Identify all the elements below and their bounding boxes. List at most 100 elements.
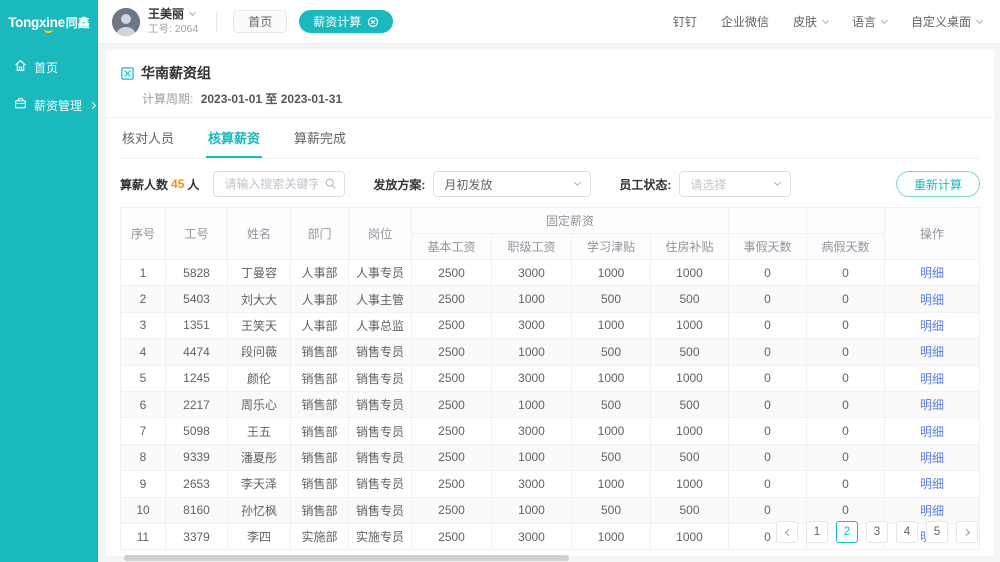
- table-cell: 销售部: [291, 444, 349, 470]
- close-circle-icon[interactable]: [367, 16, 379, 28]
- topbar: 王美丽 工号: 2064 首页 薪资计算 钉钉 企业微信 皮肤 语言 自定义桌面: [98, 0, 1000, 44]
- menu-label: 语言: [852, 13, 876, 30]
- detail-link[interactable]: 明细: [920, 372, 944, 386]
- menu-item-skin[interactable]: 皮肤: [793, 13, 828, 30]
- detail-link[interactable]: 明细: [920, 477, 944, 491]
- payroll-table-body: 15828丁曼容人事部人事专员250030001000100000明细25403…: [121, 260, 980, 550]
- emp-no-label: 工号:: [148, 23, 172, 35]
- table-cell: 2500: [412, 365, 492, 391]
- page-button-3[interactable]: 3: [866, 521, 888, 543]
- page-button-4[interactable]: 4: [896, 521, 918, 543]
- recalculate-button[interactable]: 重新计算: [896, 171, 980, 197]
- table-cell: 10: [121, 497, 166, 523]
- table-cell: 1000: [492, 339, 572, 365]
- action-cell: 明细: [885, 471, 980, 497]
- table-cell: 销售专员: [349, 497, 412, 523]
- table-cell: 人事部: [291, 260, 349, 286]
- page-button-2[interactable]: 2: [836, 521, 858, 543]
- search-box: [213, 171, 345, 197]
- detail-link[interactable]: 明细: [920, 319, 944, 333]
- table-cell: 1000: [651, 471, 729, 497]
- menu-item-custom-desktop[interactable]: 自定义桌面: [911, 13, 982, 30]
- topbar-menu: 钉钉 企业微信 皮肤 语言 自定义桌面: [649, 13, 982, 30]
- search-icon: [324, 177, 337, 190]
- table-cell: 500: [651, 497, 729, 523]
- detail-link[interactable]: 明细: [920, 451, 944, 465]
- table-cell: 实施部: [291, 523, 349, 549]
- tab-calc-done[interactable]: 算薪完成: [292, 118, 348, 158]
- page-button-1[interactable]: 1: [806, 521, 828, 543]
- brand-logo-cn: 同鑫: [66, 14, 90, 31]
- col-base-salary: 基本工资: [412, 234, 492, 260]
- table-cell: 销售部: [291, 471, 349, 497]
- action-cell: 明细: [885, 286, 980, 312]
- table-cell: 1000: [651, 312, 729, 338]
- table-cell: 0: [807, 497, 885, 523]
- avatar[interactable]: [112, 8, 140, 36]
- col-position: 岗位: [349, 208, 412, 260]
- table-cell: 7: [121, 418, 166, 444]
- col-action: 操作: [885, 208, 980, 260]
- sidebar-item-payroll[interactable]: 薪资管理: [0, 90, 98, 120]
- table-cell: 0: [729, 444, 807, 470]
- menu-item-language[interactable]: 语言: [852, 13, 887, 30]
- step-tabs: 核对人员 核算薪资 算薪完成: [120, 118, 980, 159]
- next-page-button[interactable]: [956, 521, 978, 543]
- detail-link[interactable]: 明细: [920, 345, 944, 359]
- table-cell: 周乐心: [228, 391, 291, 417]
- table-cell: 1: [121, 260, 166, 286]
- table-cell: 500: [572, 444, 651, 470]
- plan-label: 发放方案:: [373, 176, 425, 193]
- tab-payroll-calc-label: 薪资计算: [313, 13, 361, 30]
- table-row: 25403刘大大人事部人事主管2500100050050000明细: [121, 286, 980, 312]
- tab-check-staff[interactable]: 核对人员: [120, 118, 176, 158]
- detail-link[interactable]: 明细: [920, 504, 944, 518]
- table-cell: 0: [729, 286, 807, 312]
- table-cell: 1245: [166, 365, 228, 391]
- prev-page-button[interactable]: [776, 521, 798, 543]
- horizontal-scrollbar[interactable]: [124, 555, 569, 561]
- table-cell: 段问薇: [228, 339, 291, 365]
- table-cell: 3000: [492, 523, 572, 549]
- table-cell: 2500: [412, 471, 492, 497]
- table-cell: 销售部: [291, 497, 349, 523]
- col-sick-leave: 病假天数: [807, 234, 885, 260]
- table-cell: 9339: [166, 444, 228, 470]
- table-cell: 500: [651, 444, 729, 470]
- detail-link[interactable]: 明细: [920, 293, 944, 307]
- table-header: 序号 工号 姓名 部门 岗位 固定薪资 操作 基本工资 职级工资 学习津贴 住房…: [121, 208, 980, 260]
- tab-payroll-calc[interactable]: 薪资计算: [299, 10, 393, 33]
- page-button-5[interactable]: 5: [926, 521, 948, 543]
- sidebar: Tongxine同鑫 首页 薪资管理: [0, 0, 98, 562]
- table-row: 62217周乐心销售部销售专员2500100050050000明细: [121, 391, 980, 417]
- filter-bar: 算薪人数 45 人 发放方案: 月初发放 员工状态: 请选择 重新计算: [120, 171, 980, 197]
- chevron-left-icon: [784, 528, 791, 535]
- detail-link[interactable]: 明细: [920, 398, 944, 412]
- table-cell: 0: [729, 391, 807, 417]
- table-cell: 0: [729, 497, 807, 523]
- table-cell: 1000: [492, 444, 572, 470]
- action-cell: 明细: [885, 418, 980, 444]
- tab-home[interactable]: 首页: [233, 10, 287, 33]
- table-cell: 0: [807, 365, 885, 391]
- table-row: 92653李天泽销售部销售专员250030001000100000明细: [121, 471, 980, 497]
- sidebar-item-home[interactable]: 首页: [0, 52, 98, 82]
- menu-item-wecom[interactable]: 企业微信: [721, 13, 769, 30]
- menu-item-dingtalk[interactable]: 钉钉: [673, 13, 697, 30]
- detail-link[interactable]: 明细: [920, 425, 944, 439]
- payroll-table: 序号 工号 姓名 部门 岗位 固定薪资 操作 基本工资 职级工资 学习津贴 住房…: [120, 207, 980, 550]
- status-select[interactable]: 请选择: [679, 171, 791, 197]
- table-cell: 8: [121, 444, 166, 470]
- table-row: 89339潘夏彤销售部销售专员2500100050050000明细: [121, 444, 980, 470]
- table-cell: 11: [121, 523, 166, 549]
- table-cell: 2500: [412, 339, 492, 365]
- tab-calc-salary[interactable]: 核算薪资: [206, 118, 262, 158]
- brand-logo-en: Tongxine: [8, 15, 65, 30]
- col-empty: [729, 208, 807, 234]
- chevron-right-icon: [89, 101, 96, 108]
- detail-link[interactable]: 明细: [920, 266, 944, 280]
- table-cell: 2653: [166, 471, 228, 497]
- col-group-fixed-salary: 固定薪资: [412, 208, 729, 234]
- plan-select[interactable]: 月初发放: [433, 171, 591, 197]
- user-info[interactable]: 王美丽 工号: 2064: [148, 7, 198, 36]
